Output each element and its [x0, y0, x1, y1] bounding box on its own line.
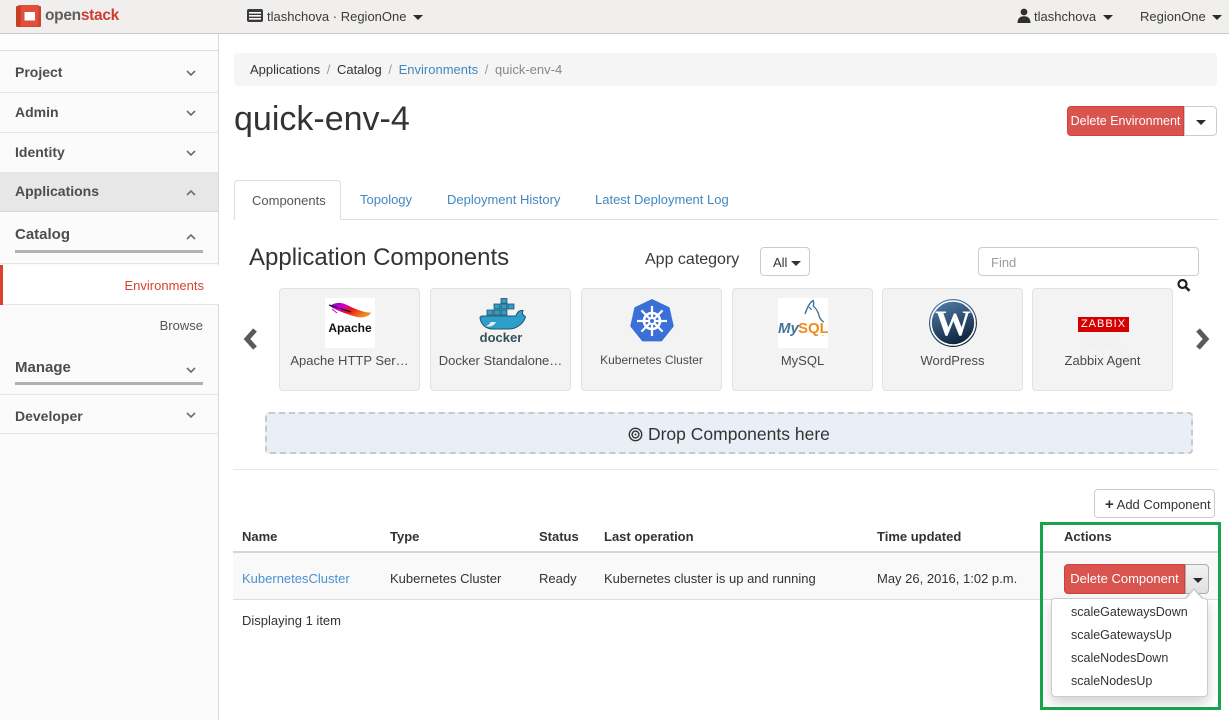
svg-text:Apache: Apache: [328, 321, 372, 335]
svg-text:My: My: [778, 320, 799, 337]
svg-text:docker: docker: [480, 330, 523, 345]
svg-text:W: W: [935, 303, 971, 343]
